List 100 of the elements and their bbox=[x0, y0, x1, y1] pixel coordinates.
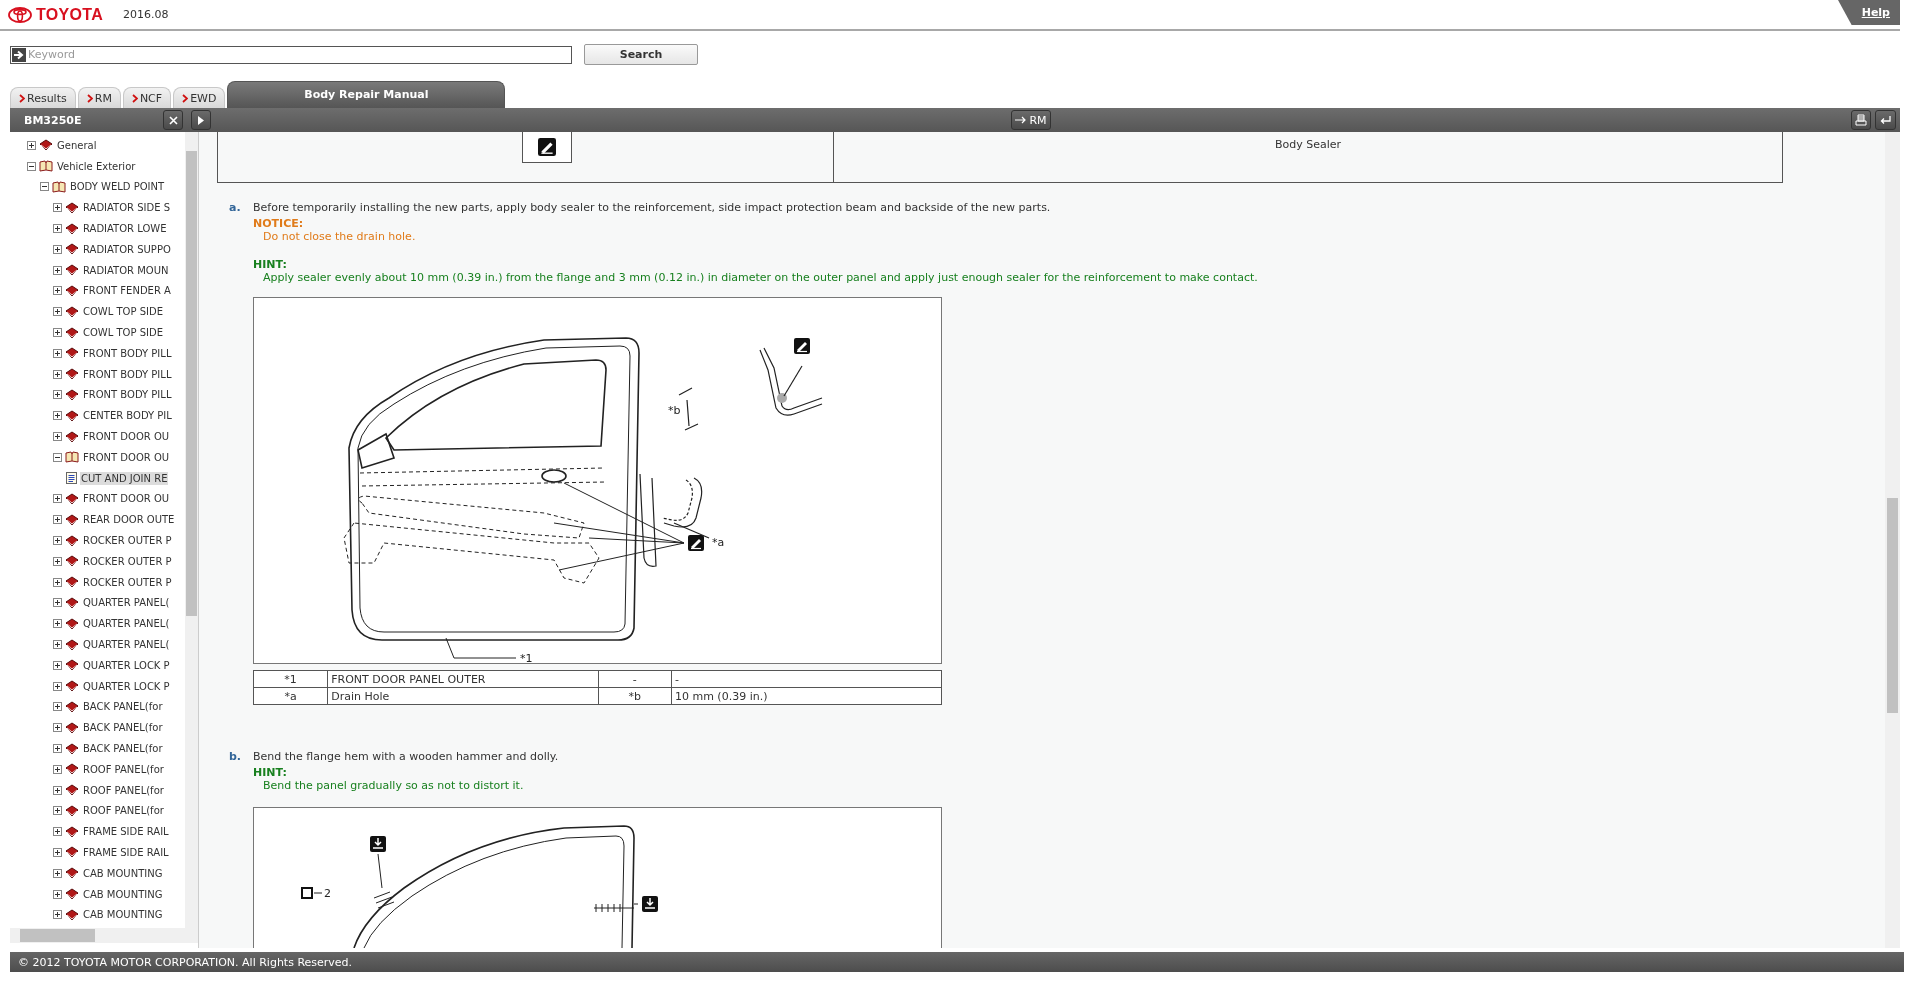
tab[interactable]: Body Repair Manual bbox=[227, 81, 506, 108]
tree-item[interactable]: FRONT BODY PILL bbox=[82, 346, 173, 360]
search-field[interactable]: Keyword bbox=[10, 45, 572, 64]
tree-item[interactable]: FRAME SIDE RAIL bbox=[82, 825, 170, 839]
expand-toggle[interactable] bbox=[53, 619, 62, 629]
tree-item[interactable]: COWL TOP SIDE bbox=[82, 326, 164, 340]
scrollbar-thumb[interactable] bbox=[186, 151, 197, 616]
expand-toggle[interactable] bbox=[53, 369, 62, 379]
tree-item[interactable]: ROCKER OUTER P bbox=[82, 554, 173, 568]
expand-toggle[interactable] bbox=[53, 203, 62, 213]
tree-item[interactable]: FRONT DOOR OU bbox=[82, 492, 171, 506]
tree-item[interactable]: FRONT BODY PILL bbox=[82, 388, 173, 402]
rm-button[interactable]: RM bbox=[1011, 110, 1051, 130]
tree-item[interactable]: CAB MOUNTING bbox=[82, 866, 164, 880]
expand-toggle[interactable] bbox=[53, 265, 62, 275]
tree-item[interactable]: CUT AND JOIN RE bbox=[80, 471, 169, 485]
tree-item[interactable]: BACK PANEL(for bbox=[82, 721, 164, 735]
expand-toggle[interactable] bbox=[53, 806, 62, 816]
tree-item[interactable]: COWL TOP SIDE bbox=[82, 305, 164, 319]
expand-toggle[interactable] bbox=[53, 640, 62, 649]
collapse-toggle[interactable] bbox=[53, 452, 62, 462]
tree-item[interactable]: ROOF PANEL(for bbox=[82, 804, 165, 818]
scrollbar[interactable] bbox=[185, 132, 198, 928]
forward-button[interactable] bbox=[191, 110, 211, 130]
close-button[interactable] bbox=[163, 110, 183, 130]
expand-toggle[interactable] bbox=[53, 744, 62, 753]
expand-toggle[interactable] bbox=[53, 577, 62, 587]
expand-toggle[interactable] bbox=[53, 307, 62, 317]
tree-item[interactable]: FRONT FENDER A bbox=[82, 284, 172, 298]
tree-item[interactable]: REAR DOOR OUTE bbox=[82, 513, 176, 527]
expand-toggle[interactable] bbox=[53, 515, 62, 525]
expand-toggle[interactable] bbox=[53, 411, 62, 421]
expand-toggle[interactable] bbox=[53, 681, 62, 691]
tree-item[interactable]: General bbox=[56, 138, 98, 152]
tree-item[interactable]: ROOF PANEL(for bbox=[82, 762, 165, 776]
tab[interactable]: Results bbox=[10, 87, 76, 108]
expand-toggle[interactable] bbox=[53, 390, 62, 400]
scrollbar-thumb[interactable] bbox=[20, 929, 95, 942]
tree-item[interactable]: BACK PANEL(for bbox=[82, 742, 164, 755]
tree-item[interactable]: FRONT DOOR OU bbox=[82, 450, 171, 464]
scrollbar-thumb[interactable] bbox=[1887, 498, 1898, 713]
expand-toggle[interactable] bbox=[53, 910, 62, 920]
expand-toggle[interactable] bbox=[53, 536, 62, 546]
print-button[interactable] bbox=[1851, 110, 1871, 130]
expand-toggle[interactable] bbox=[53, 702, 62, 712]
scrollbar[interactable] bbox=[10, 928, 198, 943]
expand-toggle[interactable] bbox=[27, 140, 36, 150]
tree-item[interactable]: QUARTER LOCK P bbox=[82, 679, 171, 693]
tab[interactable]: RM bbox=[77, 87, 121, 108]
tree-item[interactable]: CAB MOUNTING bbox=[82, 908, 164, 922]
book-icon bbox=[65, 284, 79, 297]
tree-item[interactable]: ROCKER OUTER P bbox=[82, 575, 173, 589]
tree-item[interactable]: QUARTER PANEL( bbox=[82, 596, 171, 610]
help-link[interactable]: Help bbox=[1838, 0, 1900, 25]
expand-toggle[interactable] bbox=[53, 785, 62, 795]
document-id: BM3250E bbox=[24, 113, 83, 127]
return-button[interactable] bbox=[1875, 110, 1896, 130]
tree-item[interactable]: FRAME SIDE RAIL bbox=[82, 846, 170, 859]
expand-toggle[interactable] bbox=[53, 556, 62, 566]
expand-toggle[interactable] bbox=[53, 868, 62, 878]
expand-toggle[interactable] bbox=[53, 224, 62, 234]
expand-toggle[interactable] bbox=[53, 764, 62, 774]
tree-item[interactable]: RADIATOR SUPPO bbox=[82, 242, 172, 256]
tree-item[interactable]: FRONT BODY PILL bbox=[82, 367, 173, 381]
expand-toggle[interactable] bbox=[53, 286, 62, 296]
tree-item[interactable]: QUARTER PANEL( bbox=[82, 617, 171, 631]
tree-item[interactable]: Vehicle Exterior bbox=[56, 159, 137, 173]
tree-item[interactable]: CENTER BODY PIL bbox=[82, 409, 173, 423]
tab[interactable]: EWD bbox=[173, 87, 226, 108]
expand-toggle[interactable] bbox=[53, 598, 62, 608]
table-cell: Body Sealer bbox=[1274, 138, 1342, 151]
expand-toggle[interactable] bbox=[53, 660, 62, 670]
tree-item[interactable]: CAB MOUNTING bbox=[82, 887, 164, 901]
tree-item[interactable]: ROOF PANEL(for bbox=[82, 783, 165, 797]
tree-item[interactable]: BACK PANEL(for bbox=[82, 700, 164, 714]
expand-toggle[interactable] bbox=[53, 848, 62, 857]
press-icon bbox=[642, 896, 658, 912]
logo-text: TOYOTA bbox=[36, 5, 103, 24]
search-button[interactable]: Search bbox=[584, 44, 698, 65]
expand-toggle[interactable] bbox=[53, 494, 62, 504]
tree-item[interactable]: RADIATOR MOUN bbox=[82, 263, 170, 277]
expand-toggle[interactable] bbox=[53, 432, 62, 442]
tab[interactable]: NCF bbox=[122, 87, 172, 108]
tree-item[interactable]: RADIATOR SIDE S bbox=[82, 201, 172, 215]
tree-item[interactable]: ROCKER OUTER P bbox=[82, 534, 173, 548]
expand-toggle[interactable] bbox=[53, 723, 62, 733]
scrollbar[interactable] bbox=[1885, 132, 1900, 948]
tree-item[interactable]: FRONT DOOR OU bbox=[82, 430, 171, 444]
chevron-icon bbox=[131, 93, 138, 103]
tree-item[interactable]: RADIATOR LOWE bbox=[82, 222, 168, 236]
collapse-toggle[interactable] bbox=[27, 161, 36, 171]
expand-toggle[interactable] bbox=[53, 328, 62, 338]
tree-item[interactable]: QUARTER PANEL( bbox=[82, 638, 171, 651]
tree-item[interactable]: QUARTER LOCK P bbox=[82, 658, 171, 672]
expand-toggle[interactable] bbox=[53, 244, 62, 254]
expand-toggle[interactable] bbox=[53, 889, 62, 899]
expand-toggle[interactable] bbox=[53, 348, 62, 358]
tree-item[interactable]: BODY WELD POINT bbox=[69, 180, 166, 194]
expand-toggle[interactable] bbox=[53, 827, 62, 837]
collapse-toggle[interactable] bbox=[40, 182, 49, 192]
